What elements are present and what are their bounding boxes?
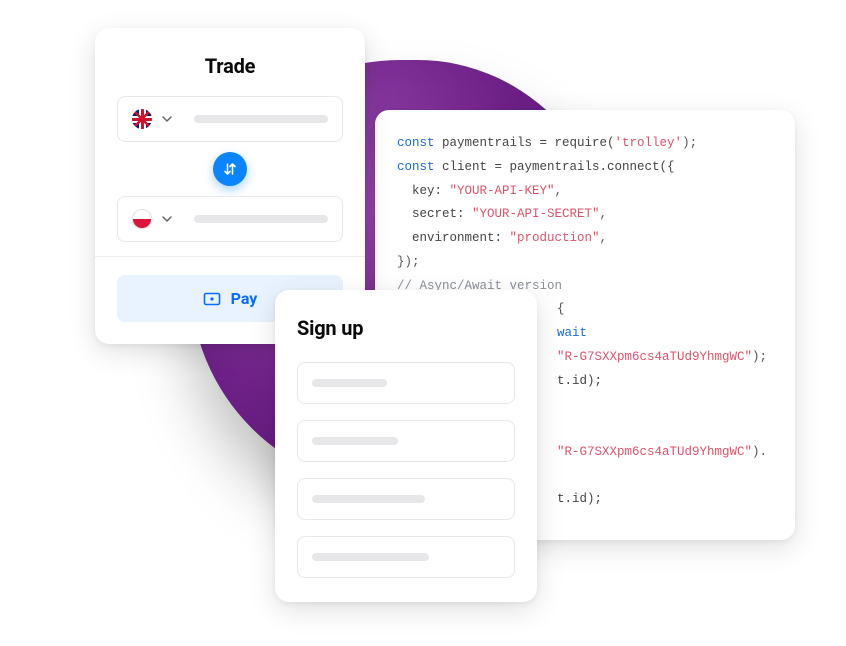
swap-button[interactable] <box>213 152 247 186</box>
field-placeholder <box>312 437 398 445</box>
trade-title: Trade <box>117 54 343 78</box>
code-string: 'trolley' <box>615 136 683 150</box>
to-currency-field[interactable] <box>117 196 343 242</box>
code-keyword: const <box>397 136 435 150</box>
code-keyword: const <box>397 160 435 174</box>
field-placeholder <box>312 553 429 561</box>
from-currency-field[interactable] <box>117 96 343 142</box>
code-string: "R-G7SXXpm6cs4aTUd9YhmgWC" <box>557 350 752 364</box>
pay-icon <box>203 290 221 308</box>
code-string: "production" <box>510 231 600 245</box>
signup-field-4[interactable] <box>297 536 515 578</box>
chevron-down-icon <box>162 216 172 222</box>
pay-button-label: Pay <box>231 289 258 308</box>
code-string: "YOUR-API-KEY" <box>450 184 555 198</box>
signup-title: Sign up <box>297 316 515 340</box>
code-keyword: wait <box>557 326 587 340</box>
poland-flag-icon <box>132 209 152 229</box>
code-string: "YOUR-API-SECRET" <box>472 207 600 221</box>
to-amount-placeholder <box>194 215 328 223</box>
divider <box>95 256 365 257</box>
chevron-down-icon <box>162 116 172 122</box>
signup-field-2[interactable] <box>297 420 515 462</box>
signup-field-1[interactable] <box>297 362 515 404</box>
from-amount-placeholder <box>194 115 328 123</box>
signup-card: Sign up <box>275 290 537 602</box>
field-placeholder <box>312 379 387 387</box>
code-string: "R-G7SXXpm6cs4aTUd9YhmgWC" <box>557 445 752 459</box>
signup-field-3[interactable] <box>297 478 515 520</box>
uk-flag-icon <box>132 109 152 129</box>
swap-arrows-icon <box>222 161 238 177</box>
field-placeholder <box>312 495 425 503</box>
